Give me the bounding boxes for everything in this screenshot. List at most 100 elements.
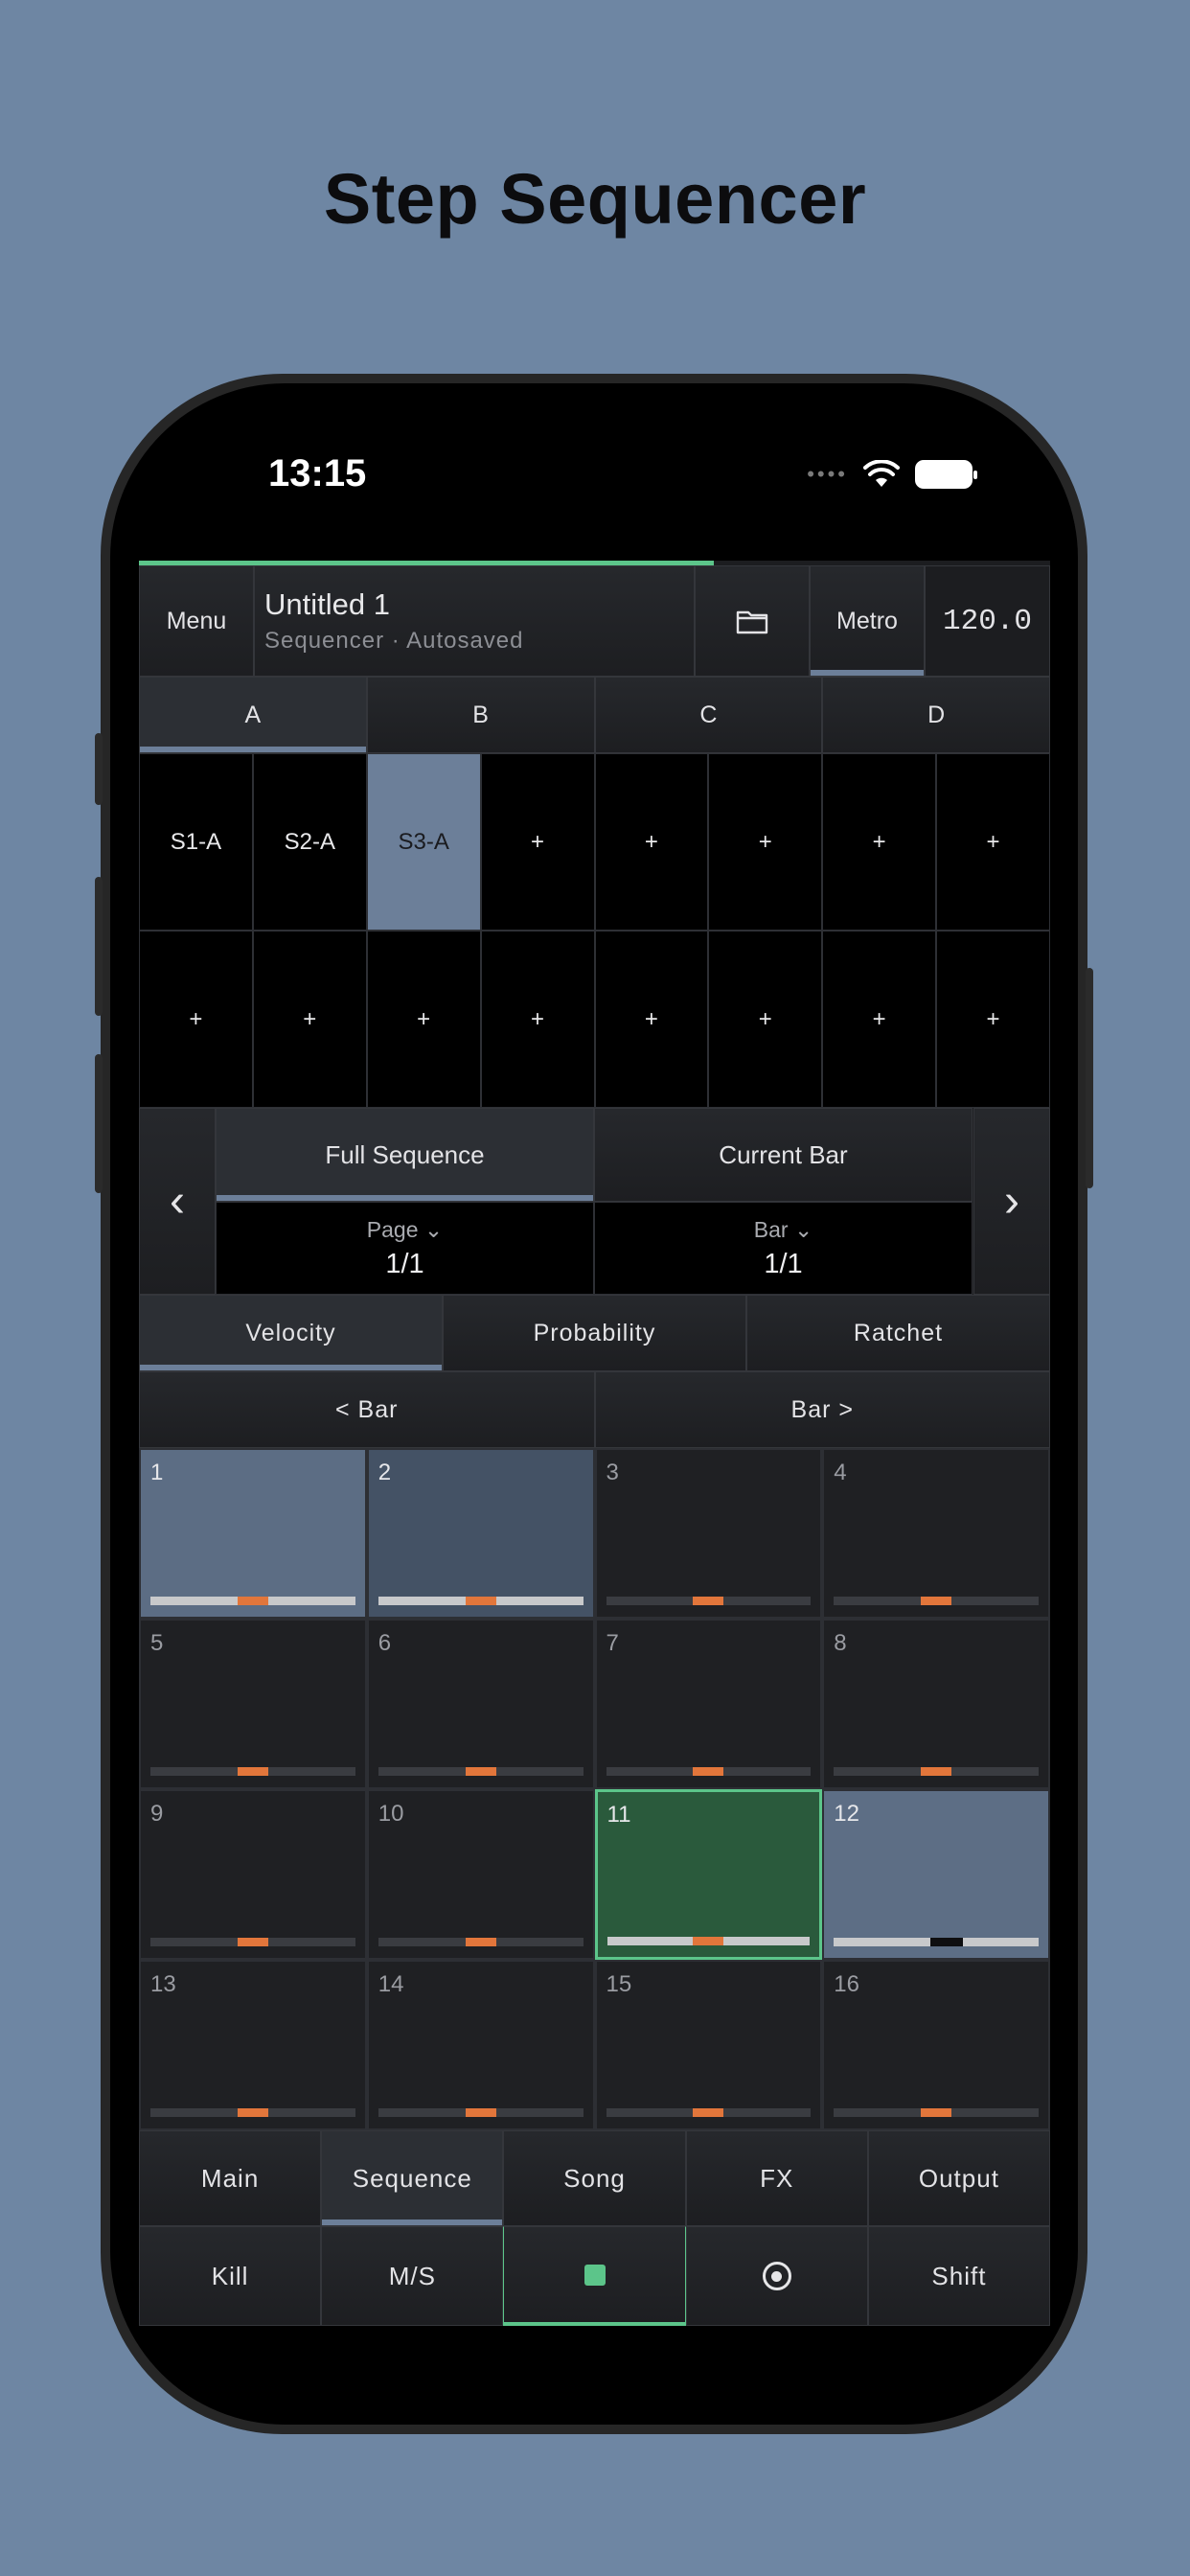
probability-tab[interactable]: Probability <box>443 1295 746 1371</box>
chevron-down-icon: ⌄ <box>423 1216 444 1242</box>
add-slot-button[interactable]: + <box>936 931 1050 1108</box>
velocity-tab[interactable]: Velocity <box>139 1295 443 1371</box>
power-button <box>1086 968 1093 1188</box>
scope-prev-button[interactable]: ‹ <box>139 1108 216 1295</box>
step-value-bar <box>150 1597 355 1605</box>
add-slot-button[interactable]: + <box>480 753 595 931</box>
step-value-marker <box>921 2108 952 2117</box>
next-bar-button[interactable]: Bar > <box>594 1371 1050 1448</box>
add-slot-button[interactable]: + <box>822 931 937 1108</box>
step-pad[interactable]: 2 <box>366 1448 595 1619</box>
step-grid: 1 2 3 4 5 6 7 8 9 10 11 12 13 14 15 16 <box>139 1448 1050 2130</box>
parameter-tabs: Velocity Probability Ratchet <box>139 1295 1050 1371</box>
full-sequence-tab[interactable]: Full Sequence <box>216 1108 594 1202</box>
slot-s1-a[interactable]: S1-A <box>139 753 253 931</box>
step-number: 12 <box>834 1801 859 1827</box>
stop-icon <box>584 2264 606 2286</box>
add-slot-button[interactable]: + <box>936 753 1050 931</box>
record-button[interactable] <box>685 2226 868 2326</box>
scope-selector: ‹ Full Sequence Current Bar Page ⌄ 1/1 B… <box>139 1108 1050 1295</box>
add-slot-button[interactable]: + <box>708 753 823 931</box>
bar-selector[interactable]: Bar ⌄ 1/1 <box>594 1202 973 1295</box>
step-pad[interactable]: 15 <box>594 1960 823 2130</box>
velocity-label: Velocity <box>245 1319 336 1346</box>
transport-bar: Kill M/S Shift <box>139 2226 1051 2326</box>
step-pad[interactable]: 9 <box>139 1789 367 1960</box>
step-pad[interactable]: 10 <box>366 1789 595 1960</box>
nav-sequence[interactable]: Sequence <box>321 2130 504 2226</box>
step-pad[interactable]: 4 <box>822 1448 1050 1619</box>
phone-frame: 13:15 •••• Menu Untitled 1 Sequencer · A… <box>95 374 1093 2434</box>
step-pad[interactable]: 12 <box>822 1789 1050 1960</box>
mute-solo-button[interactable]: M/S <box>321 2226 504 2326</box>
step-number: 8 <box>834 1630 847 1656</box>
slot-s2-a[interactable]: S2-A <box>252 753 367 931</box>
ratchet-tab[interactable]: Ratchet <box>746 1295 1050 1371</box>
tempo-display[interactable]: 120.0 <box>925 565 1050 677</box>
slot-s3-a[interactable]: S3-A <box>366 753 481 931</box>
step-number: 11 <box>606 1802 631 1828</box>
step-number: 13 <box>150 1971 176 1997</box>
scope-next-button[interactable]: › <box>973 1108 1050 1295</box>
shift-button[interactable]: Shift <box>867 2226 1051 2326</box>
nav-main[interactable]: Main <box>139 2130 322 2226</box>
step-value-bar <box>378 1767 584 1776</box>
step-pad[interactable]: 14 <box>366 1960 595 2130</box>
battery-icon <box>915 460 977 489</box>
pattern-tab-a[interactable]: A <box>139 677 367 753</box>
step-pad[interactable]: 3 <box>594 1448 823 1619</box>
folder-button[interactable] <box>695 565 810 677</box>
add-slot-button[interactable]: + <box>594 753 709 931</box>
add-slot-button[interactable]: + <box>480 931 595 1108</box>
step-value-marker <box>693 1767 724 1776</box>
project-title-box[interactable]: Untitled 1 Sequencer · Autosaved <box>254 565 695 677</box>
add-slot-button[interactable]: + <box>708 931 823 1108</box>
nav-song[interactable]: Song <box>503 2130 686 2226</box>
pattern-tab-c[interactable]: C <box>594 677 823 753</box>
add-slot-button[interactable]: + <box>366 931 481 1108</box>
metronome-button[interactable]: Metro <box>810 565 925 677</box>
chevron-left-icon: ‹ <box>170 1176 185 1227</box>
previous-bar-button[interactable]: < Bar <box>139 1371 595 1448</box>
add-slot-button[interactable]: + <box>822 753 937 931</box>
pattern-tab-d[interactable]: D <box>822 677 1050 753</box>
step-pad[interactable]: 6 <box>366 1619 595 1789</box>
mute-switch <box>95 733 103 805</box>
full-sequence-label: Full Sequence <box>325 1139 485 1169</box>
status-icons: •••• <box>807 460 977 489</box>
step-value-bar <box>606 1767 812 1776</box>
step-pad[interactable]: 1 <box>139 1448 367 1619</box>
step-value-marker <box>237 1767 268 1776</box>
step-number: 16 <box>834 1971 859 1997</box>
bar-selector-label: Bar ⌄ <box>753 1216 813 1242</box>
step-value-marker <box>237 1597 268 1605</box>
page-selector[interactable]: Page ⌄ 1/1 <box>216 1202 594 1295</box>
step-pad[interactable]: 7 <box>594 1619 823 1789</box>
step-pad[interactable]: 5 <box>139 1619 367 1789</box>
bar-selector-value: 1/1 <box>764 1248 803 1279</box>
stop-button[interactable] <box>503 2226 686 2326</box>
nav-output[interactable]: Output <box>867 2130 1051 2226</box>
step-value-bar <box>378 1938 584 1946</box>
metronome-label: Metro <box>836 607 898 634</box>
step-number: 2 <box>378 1460 392 1485</box>
pattern-tabs: A B C D <box>139 677 1050 753</box>
step-pad[interactable]: 13 <box>139 1960 367 2130</box>
page-selector-label: Page ⌄ <box>366 1216 444 1242</box>
step-pad[interactable]: 16 <box>822 1960 1050 2130</box>
add-slot-button[interactable]: + <box>252 931 367 1108</box>
step-pad-playing[interactable]: 11 <box>594 1789 823 1960</box>
current-bar-tab[interactable]: Current Bar <box>594 1108 973 1202</box>
kill-button[interactable]: Kill <box>139 2226 322 2326</box>
pattern-tab-b[interactable]: B <box>366 677 595 753</box>
step-value-marker <box>465 2108 496 2117</box>
menu-button[interactable]: Menu <box>139 565 254 677</box>
step-value-marker <box>693 2108 724 2117</box>
add-slot-button[interactable]: + <box>594 931 709 1108</box>
add-slot-button[interactable]: + <box>139 931 253 1108</box>
nav-fx[interactable]: FX <box>685 2130 868 2226</box>
step-value-marker <box>465 1597 496 1605</box>
step-number: 6 <box>378 1630 392 1656</box>
step-value-bar <box>834 1767 1039 1776</box>
step-pad[interactable]: 8 <box>822 1619 1050 1789</box>
